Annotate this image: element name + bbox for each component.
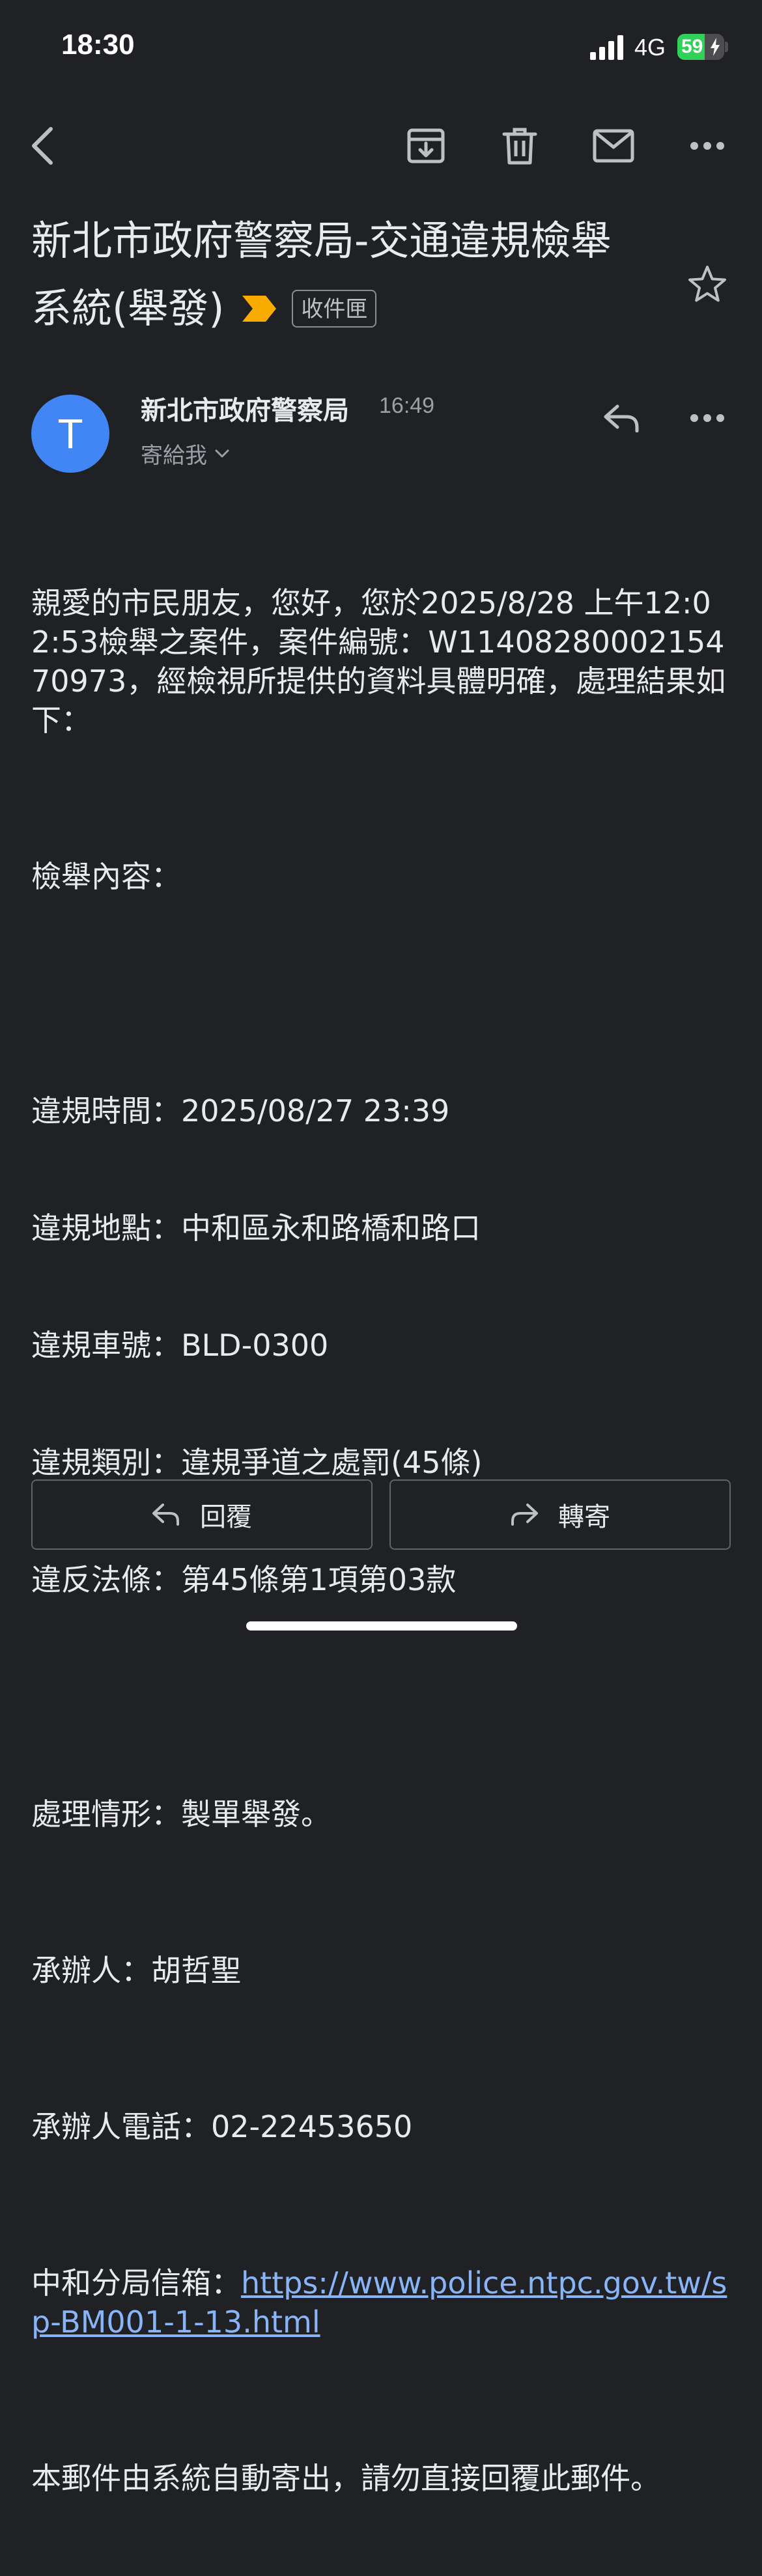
body-officer: 承辦人：胡哲聖 <box>31 1953 241 1988</box>
reply-icon <box>604 404 639 432</box>
body-intro: 親愛的市民朋友，您好，您於2025/8/28 上午12:02:53檢舉之案件，案… <box>31 585 726 738</box>
more-options-button[interactable] <box>681 120 733 172</box>
delete-button[interactable] <box>494 120 546 172</box>
sender-name: 新北市政府警察局 <box>141 396 349 426</box>
quick-reply-button[interactable] <box>595 392 647 444</box>
more-horizontal-icon <box>690 142 724 150</box>
home-indicator[interactable] <box>246 1621 517 1631</box>
status-bar: 18:30 4G 59 <box>0 0 762 98</box>
sent-time: 16:49 <box>379 393 435 418</box>
sender-avatar[interactable]: T <box>31 395 109 473</box>
battery-percent: 59 <box>681 36 703 57</box>
archive-button[interactable] <box>400 120 452 172</box>
detail-category: 違規類別：違規爭道之處罰(45條) <box>31 1445 483 1480</box>
body-officer-phone: 承辦人電話：02-22453650 <box>31 2109 413 2144</box>
more-horizontal-icon <box>690 414 724 422</box>
archive-icon <box>407 128 445 163</box>
trash-icon <box>502 128 537 165</box>
detail-law: 違反法條：第45條第1項第03款 <box>31 1562 457 1597</box>
chevron-down-icon <box>215 449 229 457</box>
mail-unread-icon <box>593 129 634 163</box>
back-button[interactable] <box>17 120 69 172</box>
status-time: 18:30 <box>61 29 135 61</box>
mailbox-label: 中和分局信箱： <box>31 2265 241 2301</box>
forward-label: 轉寄 <box>558 1502 610 1532</box>
detail-time: 違規時間：2025/08/27 23:39 <box>31 1093 450 1128</box>
network-type: 4G <box>634 34 666 61</box>
mark-unread-button[interactable] <box>587 120 640 172</box>
forward-button[interactable]: 轉寄 <box>389 1479 731 1550</box>
battery-icon: 59 <box>677 34 724 60</box>
reply-label: 回覆 <box>200 1502 252 1532</box>
star-outline-icon <box>688 266 726 302</box>
detail-plate: 違規車號：BLD-0300 <box>31 1328 329 1363</box>
body-mailbox: 中和分局信箱：https://www.police.ntpc.gov.tw/sp… <box>31 2263 735 2342</box>
body-section-title: 檢舉內容： <box>31 859 181 894</box>
forward-icon <box>511 1504 538 1526</box>
body-handling: 處理情形：製單舉發。 <box>31 1797 331 1832</box>
body-footer: 本郵件由系統自動寄出，請勿直接回覆此郵件。 <box>31 2461 660 2496</box>
message-more-button[interactable] <box>681 392 733 444</box>
recipient-details-toggle[interactable]: 寄給我 <box>141 438 229 469</box>
email-subject-block: 新北市政府警察局-交通違規檢舉系統(舉發) 收件匣 <box>31 207 630 343</box>
cellular-signal-icon <box>590 35 623 60</box>
inbox-label-badge[interactable]: 收件匣 <box>292 289 377 328</box>
detail-location: 違規地點：中和區永和路橋和路口 <box>31 1211 481 1246</box>
importance-marker-icon[interactable] <box>241 294 277 323</box>
reply-button[interactable]: 回覆 <box>31 1479 373 1550</box>
violation-details: 違規時間：2025/08/27 23:39 違規地點：中和區永和路橋和路口 違規… <box>31 1013 735 1677</box>
charging-bolt-icon <box>711 38 720 56</box>
back-arrow-icon <box>32 127 53 165</box>
recipient-summary: 寄給我 <box>141 443 207 469</box>
battery-tip <box>725 42 728 52</box>
star-button[interactable] <box>681 258 733 310</box>
reply-icon <box>152 1504 179 1526</box>
